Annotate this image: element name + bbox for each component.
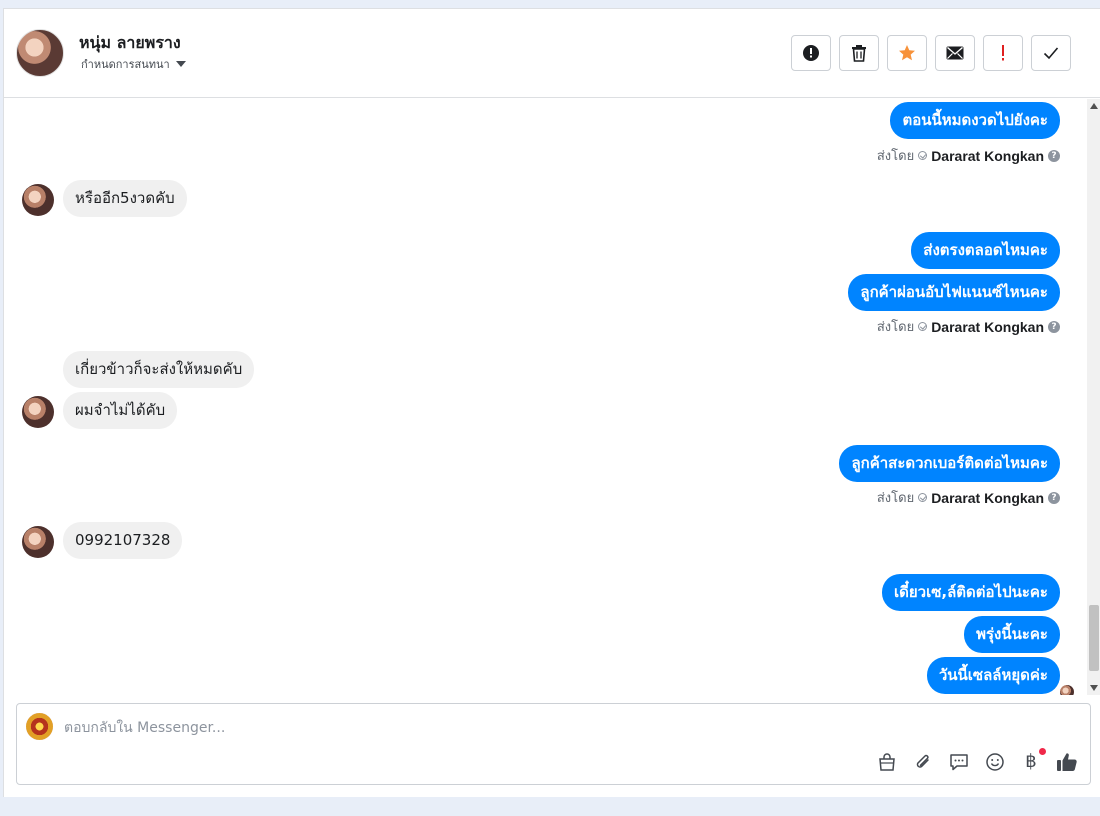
contact-message-avatar[interactable] <box>22 526 54 558</box>
outgoing-message[interactable]: เดี๋ยวเซ,ล์ติดต่อไปนะคะ <box>882 574 1060 611</box>
follow-up-button[interactable] <box>983 35 1023 71</box>
baht-icon: ฿ <box>1025 751 1037 772</box>
contact-name[interactable]: หนุ่ม ลายพราง <box>79 31 181 56</box>
scroll-down-arrow-icon[interactable] <box>1090 685 1098 691</box>
outgoing-message[interactable]: ตอนนี้หมดงวดไปยังคะ <box>890 102 1060 139</box>
incoming-message[interactable]: หรืออีก5งวดคับ <box>63 180 187 217</box>
sent-by-label: ส่งโดย <box>876 320 915 335</box>
paperclip-icon <box>916 754 929 768</box>
exclamation-icon <box>1002 45 1004 61</box>
contact-avatar[interactable] <box>16 29 64 77</box>
outgoing-message[interactable]: ลูกค้าสะดวกเบอร์ติดต่อไหมคะ <box>839 445 1060 482</box>
emoji-icon <box>986 753 1004 771</box>
attach-button[interactable] <box>912 751 934 773</box>
header-actions <box>791 35 1071 71</box>
help-icon[interactable]: ? <box>1048 491 1060 504</box>
conversation-header: หนุ่ม ลายพราง กำหนดการสนทนา <box>4 9 1100 98</box>
shopping-bag-button[interactable] <box>876 751 898 773</box>
thumbs-up-icon <box>1057 753 1077 771</box>
sent-by-row: ส่งโดย Dararat Kongkan ? <box>877 487 1060 508</box>
caret-down-icon <box>175 61 186 67</box>
message-scrollbar[interactable] <box>1087 99 1100 695</box>
star-icon <box>899 45 915 61</box>
sent-by-row: ส่งโดย Dararat Kongkan ? <box>877 145 1060 166</box>
reply-composer: ฿ <box>16 703 1091 785</box>
emoji-button[interactable] <box>984 751 1006 773</box>
assign-conversation-dropdown[interactable]: กำหนดการสนทนา <box>81 55 186 73</box>
star-button[interactable] <box>887 35 927 71</box>
saved-replies-icon <box>950 754 968 771</box>
done-button[interactable] <box>1031 35 1071 71</box>
incoming-message[interactable]: 0992107328 <box>63 522 183 559</box>
reply-input[interactable] <box>64 718 764 738</box>
outgoing-message[interactable]: พรุ่งนี้นะคะ <box>964 616 1060 653</box>
sent-by-label: ส่งโดย <box>876 149 915 164</box>
composer-tools: ฿ <box>876 748 1078 773</box>
help-icon[interactable]: ? <box>1048 149 1060 162</box>
conversation-panel: หนุ่ม ลายพราง กำหนดการสนทนา ตอนนี้หมดงวด… <box>3 8 1100 797</box>
notification-badge <box>1039 748 1046 755</box>
help-icon[interactable]: ? <box>1048 320 1060 333</box>
verified-check-icon <box>918 151 928 160</box>
seen-indicator-avatar <box>1060 685 1074 695</box>
sent-by-row: ส่งโดย Dararat Kongkan ? <box>877 316 1060 337</box>
shopping-bag-icon <box>879 753 895 771</box>
incoming-message[interactable]: ผมจำไม่ได้คับ <box>63 392 178 429</box>
message-thread[interactable]: ตอนนี้หมดงวดไปยังคะ ส่งโดย Dararat Kongk… <box>4 99 1086 695</box>
incoming-message[interactable]: เกี่ยวข้าวก็จะส่งให้หมดคับ <box>63 351 255 388</box>
agent-name[interactable]: Dararat Kongkan <box>931 319 1044 335</box>
outgoing-message[interactable]: ส่งตรงตลอดไหมคะ <box>911 232 1060 269</box>
contact-message-avatar[interactable] <box>22 396 54 428</box>
checkmark-icon <box>1043 47 1059 60</box>
saved-replies-button[interactable] <box>948 751 970 773</box>
agent-name[interactable]: Dararat Kongkan <box>931 148 1044 164</box>
outgoing-message[interactable]: ลูกค้าผ่อนอับไฟแนนซ์ไหนคะ <box>848 274 1060 311</box>
payment-button[interactable]: ฿ <box>1020 748 1046 773</box>
scroll-thumb[interactable] <box>1089 605 1099 671</box>
verified-check-icon <box>918 322 928 331</box>
sent-by-label: ส่งโดย <box>876 491 915 506</box>
agent-name[interactable]: Dararat Kongkan <box>931 490 1044 506</box>
assign-conversation-label: กำหนดการสนทนา <box>81 58 170 71</box>
contact-message-avatar[interactable] <box>22 184 54 216</box>
outgoing-message[interactable]: วันนี้เซลล์หยุดค่ะ <box>926 657 1060 694</box>
envelope-icon <box>946 46 964 60</box>
spam-button[interactable] <box>791 35 831 71</box>
delete-button[interactable] <box>839 35 879 71</box>
trash-icon <box>852 45 866 62</box>
page-avatar <box>26 713 53 740</box>
verified-check-icon <box>918 493 928 502</box>
like-button[interactable] <box>1056 751 1078 773</box>
mark-unread-button[interactable] <box>935 35 975 71</box>
alert-circle-icon <box>803 45 819 61</box>
scroll-up-arrow-icon[interactable] <box>1090 103 1098 109</box>
